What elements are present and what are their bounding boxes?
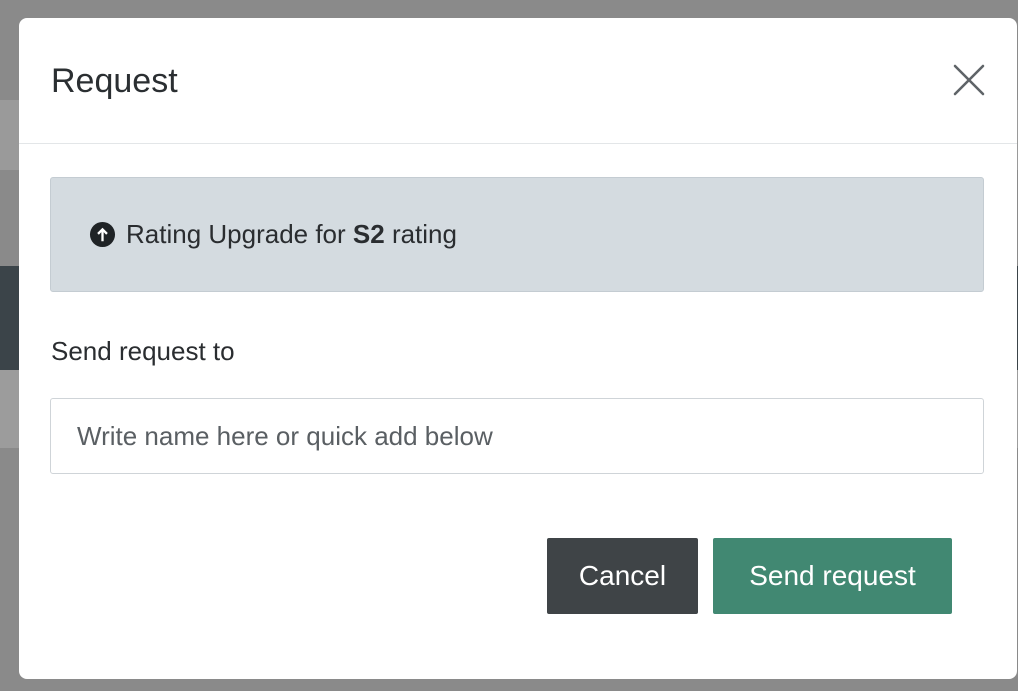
send-request-button[interactable]: Send request	[713, 538, 952, 614]
recipient-input[interactable]	[50, 398, 984, 474]
info-prefix: Rating Upgrade for	[126, 219, 353, 249]
cancel-button[interactable]: Cancel	[547, 538, 698, 614]
request-info-banner: Rating Upgrade for S2 rating	[50, 177, 984, 292]
info-suffix: rating	[384, 219, 457, 249]
request-modal: Request Rating Upgrade for S2 rating Sen…	[19, 18, 1017, 679]
modal-title: Request	[51, 62, 178, 100]
send-request-to-label: Send request to	[51, 336, 235, 366]
modal-header: Request	[19, 18, 1017, 144]
arrow-up-circle-icon	[89, 221, 116, 248]
close-button[interactable]	[949, 60, 989, 100]
rating-code: S2	[352, 219, 385, 249]
close-icon	[953, 64, 985, 96]
request-info-text: Rating Upgrade for S2 rating	[126, 219, 457, 250]
